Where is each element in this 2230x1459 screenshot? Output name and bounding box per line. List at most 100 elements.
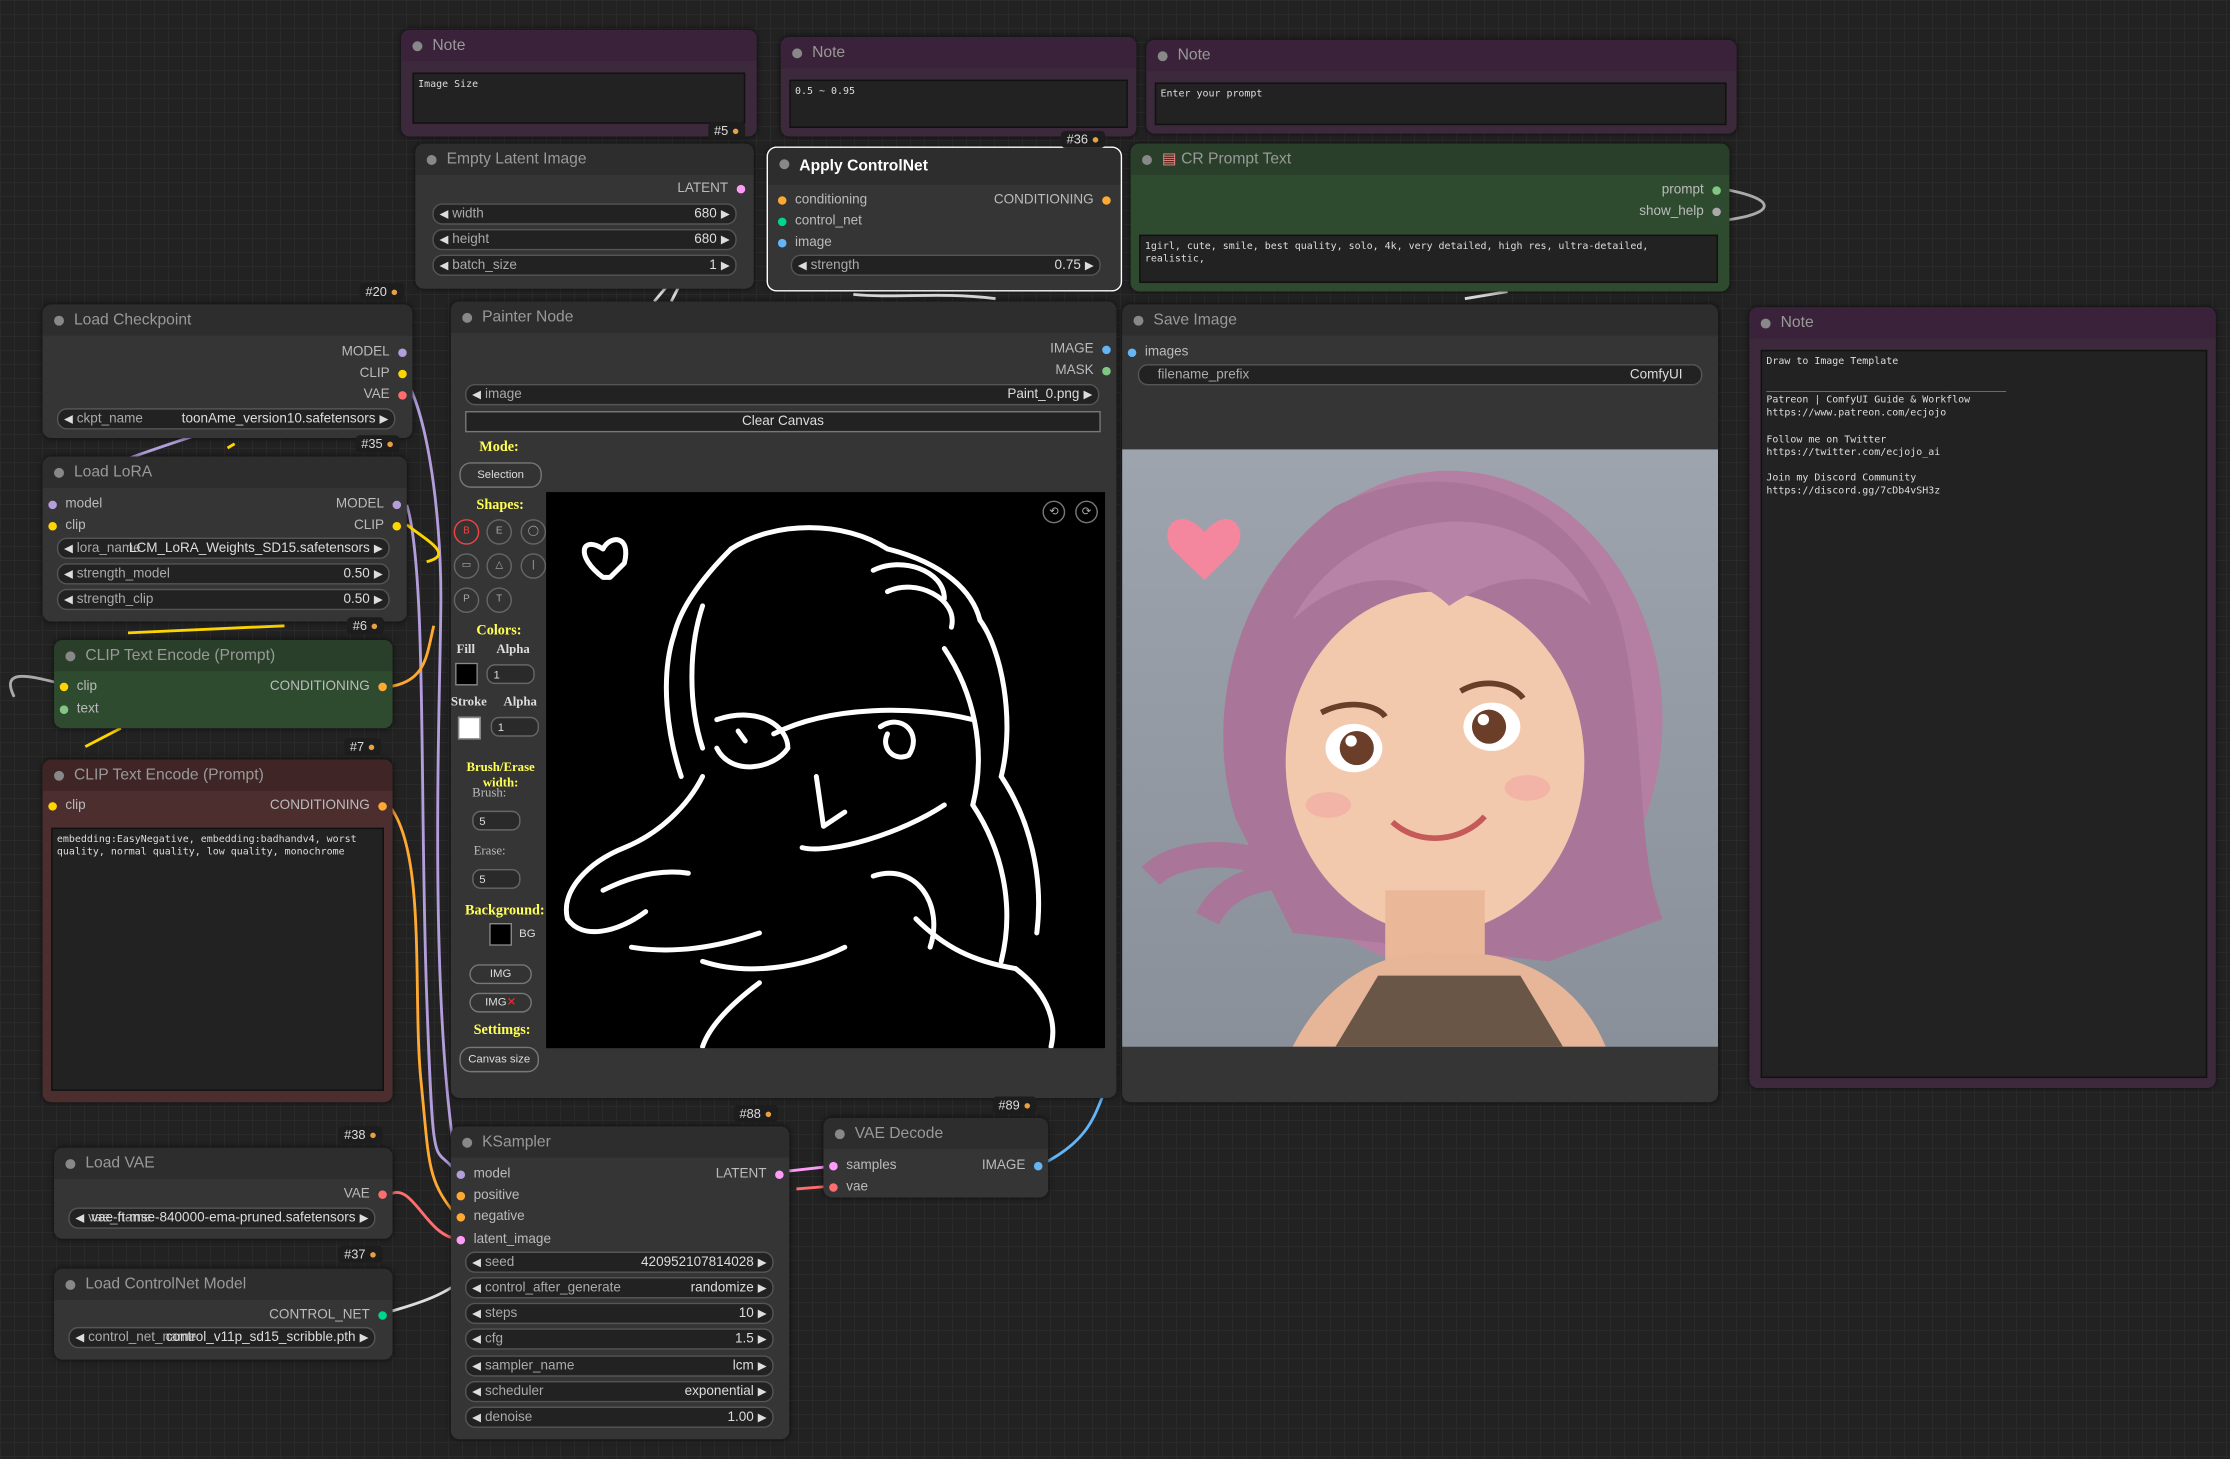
line-shape-button[interactable]: | (520, 553, 547, 579)
note-template-info[interactable]: Note Draw to Image Template ____________… (1749, 307, 2216, 1088)
vae-output[interactable]: VAE (364, 387, 407, 402)
denoise-widget[interactable]: ◀ denoise 1.00 ▶ (465, 1406, 774, 1428)
control-after-generate-widget[interactable]: ◀ control_after_generate randomize ▶ (465, 1277, 774, 1299)
note-image-size[interactable]: Note Image Size (401, 29, 757, 137)
brush-shape-button[interactable]: B (453, 519, 480, 545)
painter-canvas[interactable]: ⟲ ⟳ (546, 492, 1106, 1050)
redo-icon[interactable]: ⟳ (1075, 500, 1098, 524)
steps-widget[interactable]: ◀ steps 10 ▶ (465, 1302, 774, 1325)
apply-controlnet-node[interactable]: Apply ControlNet conditioning control_ne… (766, 146, 1123, 292)
text-shape-button[interactable]: T (486, 587, 512, 613)
vae-output[interactable]: VAE (344, 1186, 387, 1202)
clip-output[interactable]: CLIP (360, 366, 407, 381)
note-text[interactable]: Image Size (412, 72, 746, 124)
text-input[interactable]: text (59, 701, 99, 717)
model-input[interactable]: model (48, 496, 102, 512)
clip-text-encode-negative-node[interactable]: CLIP Text Encode (Prompt) clip CONDITION… (42, 759, 393, 1103)
painter-node[interactable]: Painter Node IMAGE MASK ◀ image Paint_0.pn… (450, 301, 1117, 1098)
node-title: CLIP Text Encode (Prompt) (42, 759, 393, 791)
control-net-name-widget[interactable]: ◀ control_net_name control_v11p_sd15_scrib… (68, 1326, 376, 1349)
note-text[interactable]: 0.5 ~ 0.95 (789, 79, 1128, 128)
pencil-shape-button[interactable]: P (453, 587, 480, 613)
empty-latent-image-node[interactable]: Empty Latent Image LATENT ◀ width 680 ▶ ◀ he… (415, 143, 754, 289)
note-text[interactable]: Draw to Image Template _________________… (1760, 349, 2208, 1079)
load-lora-node[interactable]: Load LoRA model clip MODEL CLIP ◀ lora_na… (42, 456, 407, 622)
note-strength-range[interactable]: Note 0.5 ~ 0.95 (780, 36, 1137, 137)
model-output[interactable]: MODEL (342, 344, 407, 360)
prompt-output[interactable]: prompt (1662, 182, 1721, 198)
width-widget[interactable]: ◀ width 680 ▶ (432, 203, 737, 225)
bg-label: BG (519, 927, 536, 941)
mask-output[interactable]: MASK (1055, 363, 1111, 378)
selection-button[interactable]: Selection (459, 462, 542, 488)
sampler-name-widget[interactable]: ◀ sampler_name lcm ▶ (465, 1355, 774, 1377)
control-net-output[interactable]: CONTROL_NET (269, 1307, 387, 1323)
vae-name-widget[interactable]: ◀ vae_name vae-ft-mse-840000-ema-pruned.sa… (68, 1207, 376, 1229)
circle-shape-button[interactable]: ◯ (520, 519, 547, 545)
erase-width-input[interactable]: 5 (472, 868, 521, 889)
node-id-badge: #36 ● (1060, 130, 1106, 148)
positive-input[interactable]: positive (456, 1188, 519, 1203)
samples-input[interactable]: samples (829, 1158, 897, 1173)
image-select-widget[interactable]: ◀ image Paint_0.png ▶ (465, 383, 1100, 406)
remove-image-button[interactable]: IMG✕ (469, 992, 532, 1013)
strength-model-widget[interactable]: ◀ strength_model 0.50 ▶ (56, 563, 390, 585)
strength-clip-widget[interactable]: ◀ strength_clip 0.50 ▶ (56, 588, 390, 611)
save-image-node[interactable]: Save Image images filename_prefix ComfyUI (1122, 304, 1719, 1103)
latent-output[interactable]: LATENT (677, 181, 746, 196)
ksampler-node[interactable]: KSampler model positive negative latent_… (450, 1126, 790, 1440)
lora-name-widget[interactable]: ◀ lora_name LCM_LoRA_Weights_SD15.safetens… (56, 537, 390, 559)
negative-prompt-textarea[interactable]: embedding:EasyNegative, embedding:badhan… (51, 827, 384, 1091)
model-input[interactable]: model (456, 1166, 510, 1182)
negative-input[interactable]: negative (456, 1209, 525, 1225)
model-output[interactable]: MODEL (336, 496, 402, 512)
image-input[interactable]: image (777, 235, 832, 250)
erase-shape-button[interactable]: E (486, 519, 512, 545)
image-output[interactable]: IMAGE (1050, 341, 1111, 357)
load-image-button[interactable]: IMG (469, 964, 532, 985)
note-enter-prompt[interactable]: Note Enter your prompt (1146, 39, 1737, 134)
cr-prompt-text-node[interactable]: ▤ CR Prompt Text prompt show_help 1girl,… (1130, 143, 1730, 292)
vae-input[interactable]: vae (829, 1179, 868, 1195)
images-input[interactable]: images (1127, 344, 1188, 360)
latent-image-input[interactable]: latent_image (456, 1232, 551, 1247)
load-checkpoint-node[interactable]: Load Checkpoint MODEL CLIP VAE ◀ ckpt_nam… (42, 304, 413, 439)
strength-widget[interactable]: ◀ strength 0.75 ▶ (790, 254, 1101, 276)
filename-prefix-widget[interactable]: filename_prefix ComfyUI (1137, 364, 1703, 386)
scheduler-widget[interactable]: ◀ scheduler exponential ▶ (465, 1380, 774, 1403)
batch-size-widget[interactable]: ◀ batch_size 1 ▶ (432, 254, 737, 276)
seed-widget[interactable]: ◀ seed 420952107814028 ▶ (465, 1251, 774, 1273)
clip-input[interactable]: clip (48, 798, 86, 813)
height-widget[interactable]: ◀ height 680 ▶ (432, 228, 737, 251)
conditioning-output[interactable]: CONDITIONING (270, 798, 387, 813)
vae-decode-node[interactable]: VAE Decode samples vae IMAGE (823, 1117, 1049, 1198)
load-vae-node[interactable]: Load VAE VAE ◀ vae_name vae-ft-mse-840000-… (54, 1147, 393, 1239)
control-net-input[interactable]: control_net (777, 213, 862, 229)
prompt-textarea[interactable]: 1girl, cute, smile, best quality, solo, … (1139, 234, 1719, 284)
clip-input[interactable]: clip (48, 518, 86, 533)
latent-output[interactable]: LATENT (716, 1166, 784, 1182)
undo-icon[interactable]: ⟲ (1042, 500, 1066, 524)
image-output[interactable]: IMAGE (982, 1158, 1043, 1173)
brush-width-input[interactable]: 5 (472, 810, 521, 831)
fill-color-swatch[interactable] (455, 662, 478, 686)
stroke-color-swatch[interactable] (457, 716, 481, 740)
clip-output[interactable]: CLIP (354, 518, 402, 533)
rect-shape-button[interactable]: ▭ (453, 553, 480, 579)
conditioning-input[interactable]: conditioning (777, 192, 867, 208)
stroke-alpha-input[interactable]: 1 (490, 716, 540, 737)
fill-alpha-input[interactable]: 1 (486, 664, 535, 685)
clip-input[interactable]: clip (59, 678, 97, 694)
background-color-swatch[interactable] (489, 923, 512, 946)
clip-text-encode-positive-node[interactable]: CLIP Text Encode (Prompt) clip text COND… (54, 639, 393, 729)
ckpt-name-widget[interactable]: ◀ ckpt_name toonAme_version10.safetensors ▶ (56, 408, 396, 430)
conditioning-output[interactable]: CONDITIONING (270, 678, 387, 694)
load-controlnet-model-node[interactable]: Load ControlNet Model CONTROL_NET ◀ contr… (54, 1268, 393, 1360)
triangle-shape-button[interactable]: △ (486, 553, 512, 579)
note-text[interactable]: Enter your prompt (1154, 82, 1727, 126)
canvas-size-button[interactable]: Canvas size (459, 1046, 540, 1073)
cfg-widget[interactable]: ◀ cfg 1.5 ▶ (465, 1328, 774, 1350)
clear-canvas-button[interactable]: Clear Canvas (465, 411, 1101, 433)
show-help-output[interactable]: show_help (1639, 203, 1721, 219)
conditioning-output[interactable]: CONDITIONING (994, 192, 1111, 208)
